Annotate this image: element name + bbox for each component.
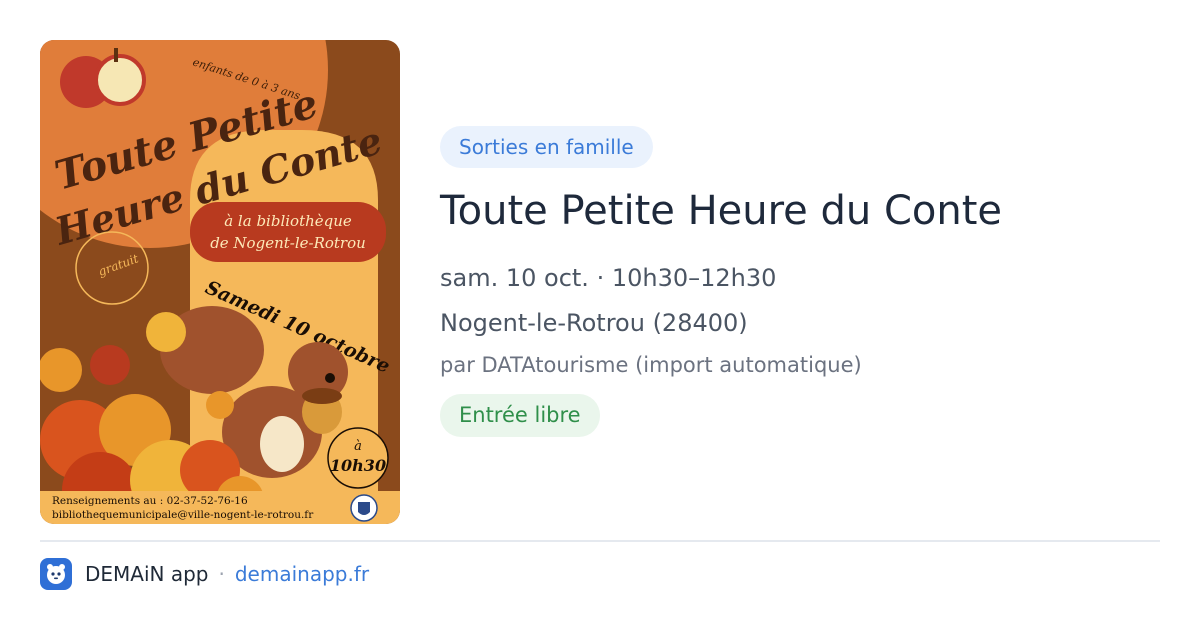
footer-divider (40, 540, 1160, 542)
price-badge: Entrée libre (440, 394, 600, 437)
app-logo-icon (40, 558, 72, 590)
event-title[interactable]: Toute Petite Heure du Conte (440, 186, 1002, 236)
poster-venue-line2: de Nogent-le-Rotrou (210, 234, 366, 252)
category-badge[interactable]: Sorties en famille (440, 126, 653, 168)
footer: DEMAiN app · demainapp.fr (40, 557, 369, 591)
app-url-link[interactable]: demainapp.fr (235, 562, 369, 586)
event-datetime: sam. 10 oct. · 10h30–12h30 (440, 264, 777, 292)
footer-separator: · (218, 562, 225, 586)
app-name: DEMAiN app (85, 562, 209, 586)
event-source: par DATAtourisme (import automatique) (440, 353, 862, 377)
poster-time-prefix: à (354, 439, 362, 454)
poster-contact-phone: Renseignements au : 02-37-52-76-16 (52, 495, 248, 507)
poster-time: 10h30 (330, 456, 386, 475)
poster-venue-line1: à la bibliothèque (224, 212, 352, 230)
event-poster-image[interactable]: enfants de 0 à 3 ans Toute Petite Heure … (40, 40, 400, 524)
poster-contact-email: bibliothequemunicipale@ville-nogent-le-r… (52, 509, 314, 521)
town-crest-logo (350, 494, 378, 522)
event-location: Nogent-le-Rotrou (28400) (440, 309, 748, 337)
